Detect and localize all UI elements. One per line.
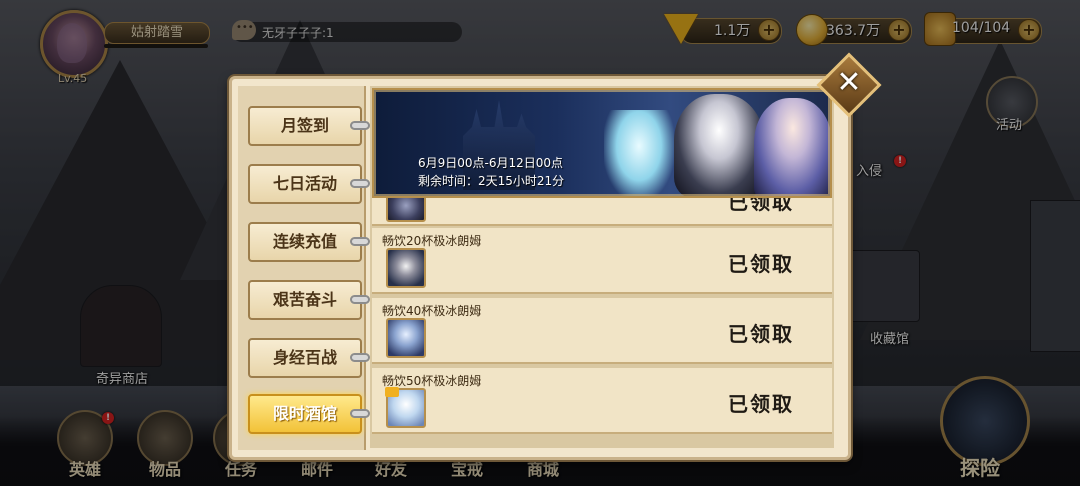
tab-veteran[interactable]: 身经百战: [248, 338, 370, 378]
clip-icon: [350, 353, 370, 362]
reward-row: 畅饮20杯极冰朗姆 已领取: [372, 228, 832, 294]
hero-portrait: [386, 194, 426, 222]
event-remaining-time: 剩余时间：2天15小时21分: [418, 174, 565, 188]
tab-continuous-recharge[interactable]: 连续充值: [248, 222, 370, 262]
reward-title: 畅饮20杯极冰朗姆: [382, 234, 482, 248]
reward-row: 畅饮40杯极冰朗姆 已领取: [372, 298, 832, 364]
event-date-range: 6月9日00点-6月12日00点: [418, 156, 564, 170]
clip-icon: [350, 179, 370, 188]
claimed-status: 已领取: [728, 322, 794, 346]
hero-portrait[interactable]: [386, 248, 426, 288]
clip-icon: [350, 121, 370, 130]
reward-title: 畅饮40杯极冰朗姆: [382, 304, 482, 318]
tab-hard-struggle[interactable]: 艰苦奋斗: [248, 280, 370, 320]
claimed-status: 已领取: [728, 392, 794, 416]
reward-row: 畅饮50杯极冰朗姆 已领取: [372, 368, 832, 434]
clip-icon: [350, 237, 370, 246]
claimed-status: 已领取: [728, 252, 794, 276]
tab-monthly-signin[interactable]: 月签到: [248, 106, 370, 146]
clip-icon: [350, 409, 370, 418]
clip-icon: [350, 295, 370, 304]
event-banner: 6月9日00点-6月12日00点 剩余时间：2天15小时21分: [372, 88, 832, 198]
tab-limited-tavern[interactable]: 限时酒馆: [248, 394, 370, 434]
hero-portrait[interactable]: [386, 318, 426, 358]
hero-portrait[interactable]: [385, 387, 426, 428]
tab-seven-day[interactable]: 七日活动: [248, 164, 370, 204]
corner-badge-icon: [385, 387, 399, 397]
